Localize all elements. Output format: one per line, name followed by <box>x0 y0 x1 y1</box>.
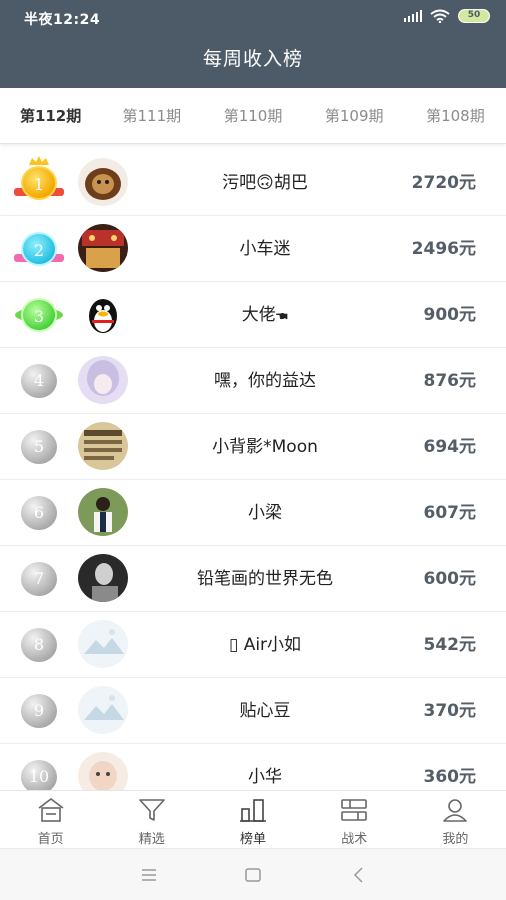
user-name: 小背影*Moon <box>212 437 318 457</box>
back-icon[interactable] <box>347 863 371 887</box>
user-name: 小华 <box>248 767 282 787</box>
ranking-row[interactable]: 4 嘿，你的益达 876元 <box>0 348 506 414</box>
ranking-list: 1 污吧🙃胡巴 2720元 2 小车迷 2496元 3 大佬🖜 900元 4 嘿… <box>0 150 506 790</box>
ranking-row[interactable]: 9 贴心豆 370元 <box>0 678 506 744</box>
income-amount: 600元 <box>423 569 477 589</box>
period-tabs: 第112期 第111期 第110期 第109期 第108期 <box>0 88 506 144</box>
ranking-row[interactable]: 1 污吧🙃胡巴 2720元 <box>0 150 506 216</box>
rank-number: 9 <box>21 694 57 728</box>
rank-badge: 7 <box>18 560 60 598</box>
ranking-row[interactable]: 10 小华 360元 <box>0 744 506 790</box>
battery-icon: 50 <box>458 9 490 23</box>
rank-number: 10 <box>21 760 57 790</box>
rank-badge: 8 <box>18 626 60 664</box>
user-name: ▯ Air小如 <box>228 635 302 655</box>
user-name: 铅笔画的世界无色 <box>197 569 333 589</box>
avatar[interactable] <box>78 422 128 470</box>
tab-period-110[interactable]: 第110期 <box>202 88 303 143</box>
user-name: 贴心豆 <box>239 701 291 721</box>
rank-badge-gold: 1 <box>14 156 64 202</box>
signal-icon <box>404 10 422 22</box>
ranking-row[interactable]: 3 大佬🖜 900元 <box>0 282 506 348</box>
home-icon <box>38 798 64 822</box>
avatar[interactable] <box>78 290 128 338</box>
tab-period-109[interactable]: 第109期 <box>304 88 405 143</box>
user-name: 小车迷 <box>239 239 291 259</box>
rank-number: 8 <box>21 628 57 662</box>
rank-badge: 9 <box>18 692 60 730</box>
rank-badge: 6 <box>18 494 60 532</box>
ranking-row[interactable]: 2 小车迷 2496元 <box>0 216 506 282</box>
status-icons: 50 <box>404 9 490 23</box>
avatar[interactable] <box>78 686 128 734</box>
income-amount: 2496元 <box>411 239 476 259</box>
rank-badge: 5 <box>18 428 60 466</box>
nav-item-home[interactable]: 首页 <box>0 791 101 848</box>
rank-number: 3 <box>21 298 57 332</box>
user-name: 小梁 <box>248 503 282 523</box>
nav-label: 精选 <box>138 832 165 847</box>
user-name: 大佬🖜 <box>241 305 289 325</box>
nav-label: 战术 <box>341 832 368 847</box>
rank-number: 5 <box>21 430 57 464</box>
filter-icon <box>138 799 165 821</box>
user-name: 嘿，你的益达 <box>214 371 316 391</box>
wifi-icon <box>430 9 450 23</box>
status-bar: 半夜12:24 50 <box>0 0 506 36</box>
nav-label: 我的 <box>442 832 469 847</box>
avatar[interactable] <box>78 158 128 206</box>
avatar[interactable] <box>78 356 128 404</box>
tactics-icon <box>341 799 368 821</box>
rank-number: 7 <box>21 562 57 596</box>
app-header: 半夜12:24 50 每周收入榜 <box>0 0 506 88</box>
rank-number: 4 <box>21 364 57 398</box>
avatar[interactable] <box>78 554 128 602</box>
system-nav-bar <box>0 848 506 900</box>
tab-period-112[interactable]: 第112期 <box>0 88 101 143</box>
ranking-row[interactable]: 8 ▯ Air小如 542元 <box>0 612 506 678</box>
tab-period-108[interactable]: 第108期 <box>405 88 506 143</box>
nav-label: 首页 <box>37 832 64 847</box>
rank-badge-bronze: 3 <box>15 296 63 334</box>
page-title: 每周收入榜 <box>202 48 303 70</box>
income-amount: 876元 <box>423 371 477 391</box>
menu-icon[interactable] <box>137 863 161 887</box>
crown-icon <box>29 156 49 165</box>
user-name: 污吧🙃胡巴 <box>222 173 308 193</box>
home-button-icon[interactable] <box>241 863 265 887</box>
income-amount: 360元 <box>423 767 477 787</box>
avatar[interactable] <box>78 224 128 272</box>
ranking-row[interactable]: 7 铅笔画的世界无色 600元 <box>0 546 506 612</box>
rank-badge: 4 <box>18 362 60 400</box>
nav-item-ranking[interactable]: 榜单 <box>202 791 303 848</box>
rank-number: 1 <box>21 166 57 200</box>
ranking-icon <box>240 799 266 822</box>
rank-badge: 10 <box>18 758 60 790</box>
tab-period-111[interactable]: 第111期 <box>101 88 202 143</box>
income-amount: 694元 <box>423 437 477 457</box>
ranking-row[interactable]: 5 小背影*Moon 694元 <box>0 414 506 480</box>
avatar[interactable] <box>78 752 128 790</box>
rank-number: 6 <box>21 496 57 530</box>
nav-label: 榜单 <box>240 832 267 847</box>
rank-number: 2 <box>21 232 57 266</box>
profile-icon <box>443 799 468 822</box>
income-amount: 900元 <box>423 305 477 325</box>
bottom-nav: 首页 精选 榜单 战术 我的 <box>0 790 506 848</box>
ranking-row[interactable]: 6 小梁 607元 <box>0 480 506 546</box>
income-amount: 542元 <box>423 635 477 655</box>
avatar[interactable] <box>78 488 128 536</box>
nav-item-featured[interactable]: 精选 <box>101 791 202 848</box>
income-amount: 2720元 <box>411 173 476 193</box>
nav-item-tactics[interactable]: 战术 <box>304 791 405 848</box>
income-amount: 370元 <box>423 701 477 721</box>
rank-badge-silver: 2 <box>14 230 64 268</box>
status-time: 半夜12:24 <box>24 12 101 28</box>
avatar[interactable] <box>78 620 128 668</box>
income-amount: 607元 <box>423 503 477 523</box>
nav-item-profile[interactable]: 我的 <box>405 791 506 848</box>
